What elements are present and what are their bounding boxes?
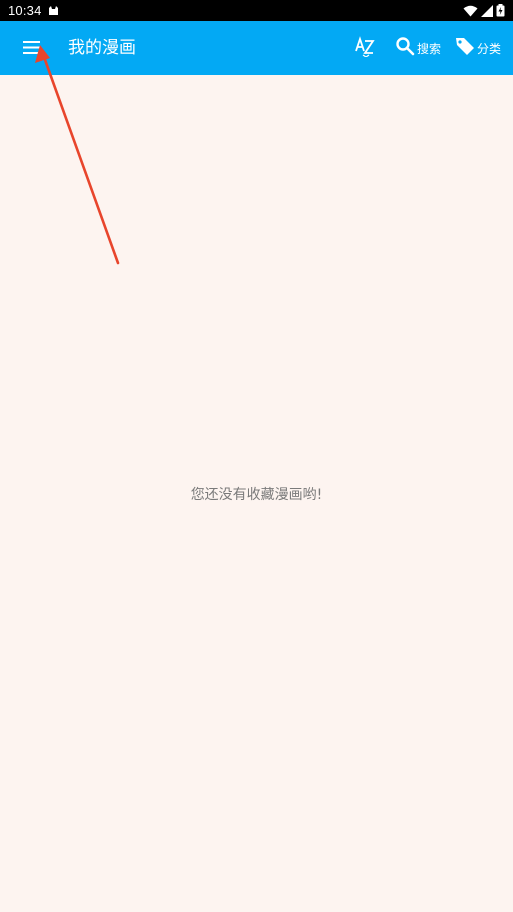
cat-notification-icon	[48, 5, 59, 16]
menu-button[interactable]	[14, 34, 48, 62]
category-label: 分类	[477, 41, 502, 56]
main-content: 您还没有收藏漫画哟!	[0, 75, 513, 912]
sort-az-icon	[354, 35, 378, 61]
status-time: 10:34	[8, 3, 42, 18]
search-label: 搜索	[417, 41, 442, 56]
status-bar: 10:34	[0, 0, 513, 21]
hamburger-menu-icon	[22, 39, 40, 58]
category-button[interactable]: 分类	[455, 21, 501, 75]
wifi-icon	[463, 5, 478, 17]
tag-icon	[455, 36, 475, 60]
page-title: 我的漫画	[68, 38, 136, 58]
search-button[interactable]: 搜索	[395, 21, 441, 75]
empty-state-message: 您还没有收藏漫画哟!	[190, 487, 323, 503]
search-icon	[395, 36, 415, 60]
signal-icon	[481, 4, 493, 17]
battery-charging-icon	[496, 4, 505, 17]
app-bar: 我的漫画 搜索 分类	[0, 21, 513, 75]
sort-button[interactable]	[354, 21, 378, 75]
